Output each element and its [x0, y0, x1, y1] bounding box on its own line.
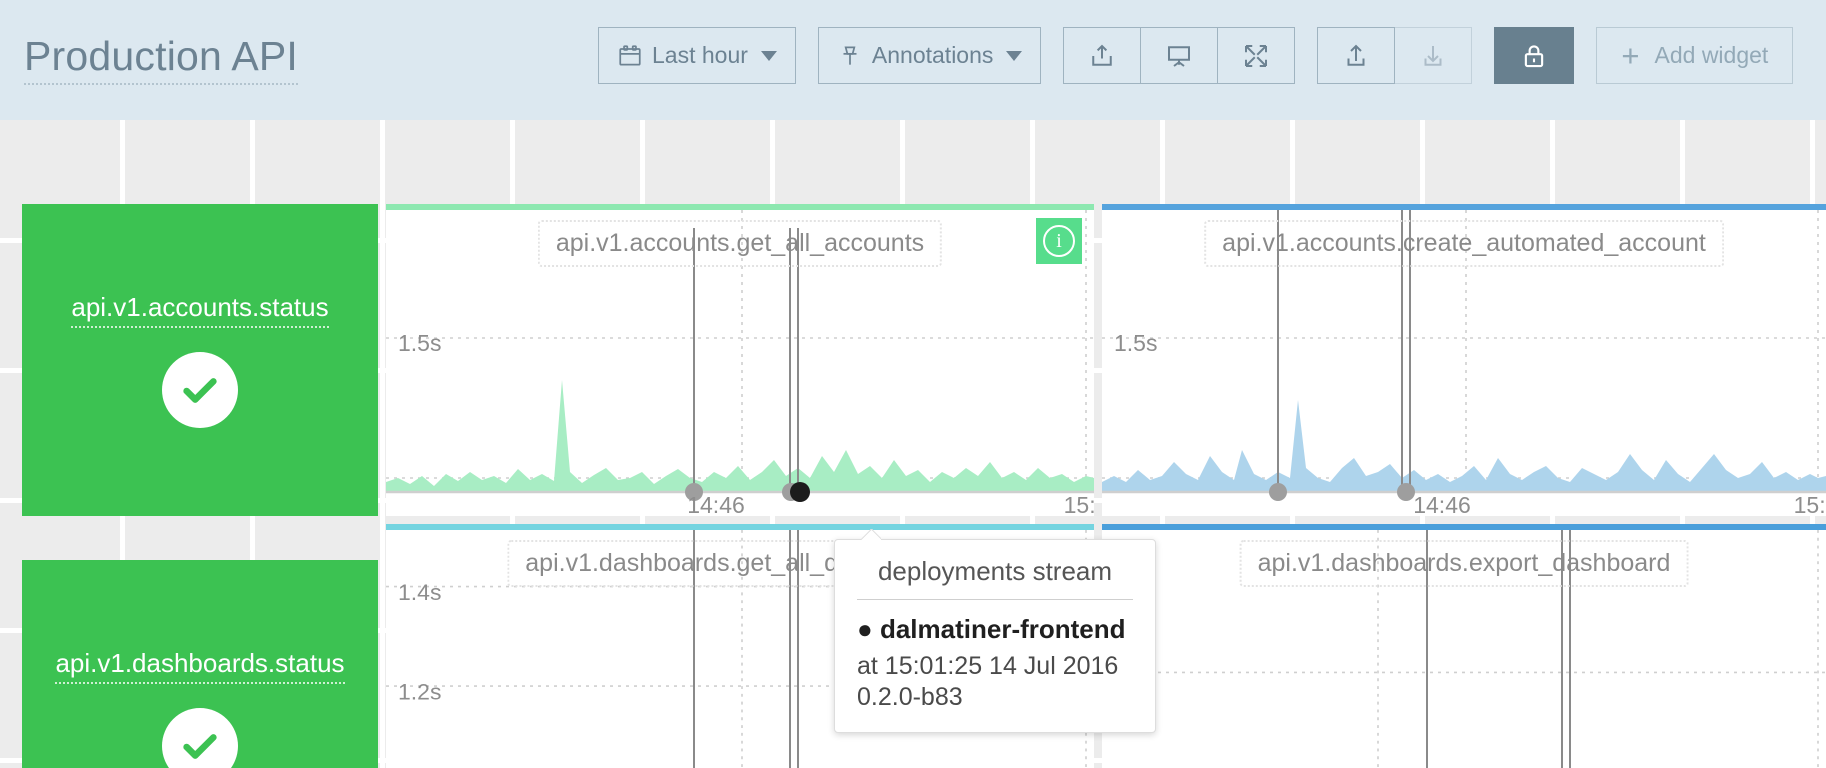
- check-circle-icon: [162, 352, 238, 428]
- calendar-icon: [617, 43, 643, 69]
- fullscreen-button[interactable]: [1217, 27, 1296, 84]
- lock-icon: [1519, 41, 1549, 71]
- area-series: [386, 380, 1094, 492]
- download-icon: [1418, 41, 1448, 71]
- status-widget-title[interactable]: api.v1.dashboards.status: [55, 648, 345, 684]
- chevron-down-icon: [1006, 50, 1023, 61]
- download-button[interactable]: [1394, 27, 1473, 84]
- dashboard-app: Production API Last hour Annotations + A…: [0, 0, 1826, 768]
- dashboard-toolbar: Last hour Annotations + Add widget: [598, 27, 1794, 84]
- x-axis-tick-label: 14:46: [1413, 492, 1471, 516]
- widget-info-badge[interactable]: i: [1036, 218, 1082, 264]
- lock-button[interactable]: [1494, 27, 1575, 84]
- x-axis-tick-label: 14:46: [687, 492, 745, 516]
- time-range-button[interactable]: Last hour: [598, 27, 796, 84]
- annotations-label: Annotations: [871, 42, 994, 68]
- x-axis-tick-label: 15:2: [1794, 492, 1826, 516]
- annotations-button[interactable]: Annotations: [817, 27, 1042, 84]
- area-series: [1102, 400, 1826, 492]
- add-widget-label: Add widget: [1654, 42, 1769, 68]
- widget-title[interactable]: api.v1.accounts.create_automated_account: [1204, 220, 1724, 267]
- share-icon: [1087, 41, 1117, 71]
- tooltip-version: 0.2.0-b83: [857, 682, 963, 711]
- presentation-icon: [1164, 41, 1194, 71]
- annotation-marker[interactable]: [1269, 483, 1287, 501]
- chart-widget-create-automated-account[interactable]: 1.5s 14:46 15:2 api.v1.accounts.create_a…: [1102, 204, 1826, 516]
- bullet-icon: ●: [857, 614, 873, 644]
- status-widget-title[interactable]: api.v1.accounts.status: [71, 292, 329, 328]
- y-axis-tick-label: 1.5s: [1114, 330, 1157, 356]
- y-axis-tick-label: 1.2s: [398, 679, 441, 705]
- chevron-down-icon: [760, 50, 777, 61]
- chart-widget-export-dashboard[interactable]: api.v1.dashboards.export_dashboard: [1102, 524, 1826, 768]
- y-axis-tick-label: 1.4s: [398, 579, 441, 605]
- x-axis-tick-label: 15:2: [1064, 492, 1094, 516]
- widget-title[interactable]: api.v1.accounts.get_all_accounts: [537, 220, 943, 267]
- widget-grid-canvas[interactable]: api.v1.accounts.status api.v1.dashboards…: [0, 120, 1826, 768]
- fullscreen-icon: [1241, 41, 1271, 71]
- chart-widget-get-all-accounts[interactable]: 1.5s 14:46 15:2 api.v1.accounts.get_all_…: [386, 204, 1094, 516]
- dashboard-header: Production API Last hour Annotations + A…: [0, 0, 1826, 120]
- plus-icon: +: [1621, 38, 1640, 73]
- widget-title[interactable]: api.v1.dashboards.export_dashboard: [1239, 540, 1689, 587]
- pin-icon: [837, 43, 863, 69]
- io-button-group: [1317, 27, 1473, 84]
- page-title[interactable]: Production API: [24, 35, 299, 85]
- time-range-label: Last hour: [652, 42, 748, 68]
- upload-button[interactable]: [1317, 27, 1396, 84]
- upload-icon: [1341, 41, 1371, 71]
- status-widget-accounts[interactable]: api.v1.accounts.status: [22, 204, 378, 516]
- check-circle-icon: [162, 708, 238, 768]
- tooltip-arrow-icon: [861, 529, 881, 540]
- presentation-button[interactable]: [1140, 27, 1219, 84]
- annotation-tooltip: deployments stream ● dalmatiner-frontend…: [834, 539, 1156, 733]
- tooltip-header: deployments stream: [857, 556, 1133, 600]
- tooltip-deployment-name: ● dalmatiner-frontend: [857, 614, 1126, 644]
- add-widget-button[interactable]: + Add widget: [1596, 27, 1794, 84]
- view-button-group: [1063, 27, 1296, 84]
- status-widget-dashboards[interactable]: api.v1.dashboards.status: [22, 560, 378, 768]
- y-axis-tick-label: 1.5s: [398, 330, 441, 356]
- tooltip-timestamp: at 15:01:25 14 Jul 2016: [857, 652, 1119, 680]
- annotation-marker-active[interactable]: [790, 482, 810, 502]
- share-button[interactable]: [1063, 27, 1142, 84]
- info-icon: i: [1043, 225, 1075, 257]
